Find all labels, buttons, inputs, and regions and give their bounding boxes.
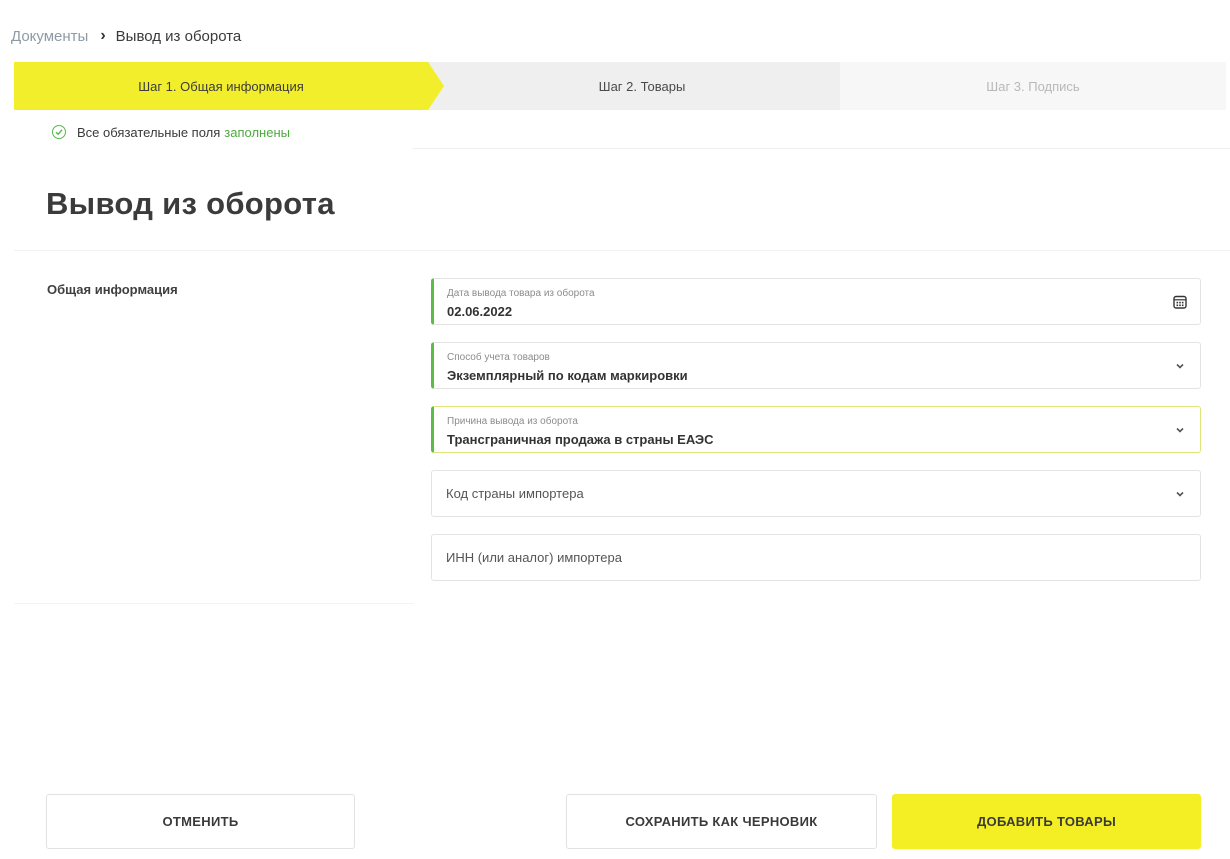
chevron-down-icon[interactable] [1174, 424, 1186, 436]
withdrawal-date-field[interactable]: Дата вывода товара из оборота 02.06.2022 [431, 278, 1201, 325]
divider [14, 250, 1230, 251]
accounting-method-select[interactable]: Способ учета товаров Экземплярный по код… [431, 342, 1201, 389]
field-placeholder: Код страны импортера [446, 486, 584, 501]
validation-status-link[interactable]: заполнены [224, 125, 290, 140]
save-draft-button[interactable]: СОХРАНИТЬ КАК ЧЕРНОВИК [566, 794, 877, 849]
add-goods-button[interactable]: ДОБАВИТЬ ТОВАРЫ [892, 794, 1201, 849]
breadcrumb: Документы › Вывод из оборота [11, 24, 241, 48]
withdrawal-reason-select[interactable]: Причина вывода из оборота Трансграничная… [431, 406, 1201, 453]
field-value: Трансграничная продажа в страны ЕАЭС [447, 432, 714, 447]
field-label: Причина вывода из оборота [447, 416, 578, 427]
field-label: Способ учета товаров [447, 352, 550, 363]
validation-status: Все обязательные поля заполнены [52, 122, 290, 142]
step-3-signature: Шаг 3. Подпись [986, 78, 1080, 94]
check-circle-icon [52, 125, 66, 139]
field-placeholder: ИНН (или аналог) импортера [446, 550, 622, 565]
validation-status-text: Все обязательные поля [77, 124, 221, 140]
step-2-goods[interactable]: Шаг 2. Товары [444, 62, 840, 110]
step-1-general-info[interactable]: Шаг 1. Общая информация [14, 62, 444, 110]
section-label-general-info: Общая информация [47, 282, 178, 297]
breadcrumb-current: Вывод из оборота [115, 27, 242, 45]
breadcrumb-link-documents[interactable]: Документы [11, 28, 88, 45]
importer-country-select[interactable]: Код страны импортера [431, 470, 1201, 517]
chevron-down-icon[interactable] [1174, 488, 1186, 500]
page-title: Вывод из оборота [46, 186, 335, 221]
field-value: 02.06.2022 [447, 304, 513, 319]
calendar-icon[interactable] [1172, 294, 1188, 310]
stepper: Шаг 1. Общая информация Шаг 2. Товары Ша… [14, 62, 1226, 110]
divider [14, 603, 414, 604]
chevron-down-icon[interactable] [1174, 360, 1186, 372]
importer-inn-input[interactable]: ИНН (или аналог) импортера [431, 534, 1201, 581]
divider [412, 148, 1230, 149]
field-value: Экземплярный по кодам маркировки [447, 368, 688, 383]
field-label: Дата вывода товара из оборота [447, 288, 595, 299]
chevron-right-icon: › [100, 27, 106, 44]
cancel-button[interactable]: ОТМЕНИТЬ [46, 794, 355, 849]
